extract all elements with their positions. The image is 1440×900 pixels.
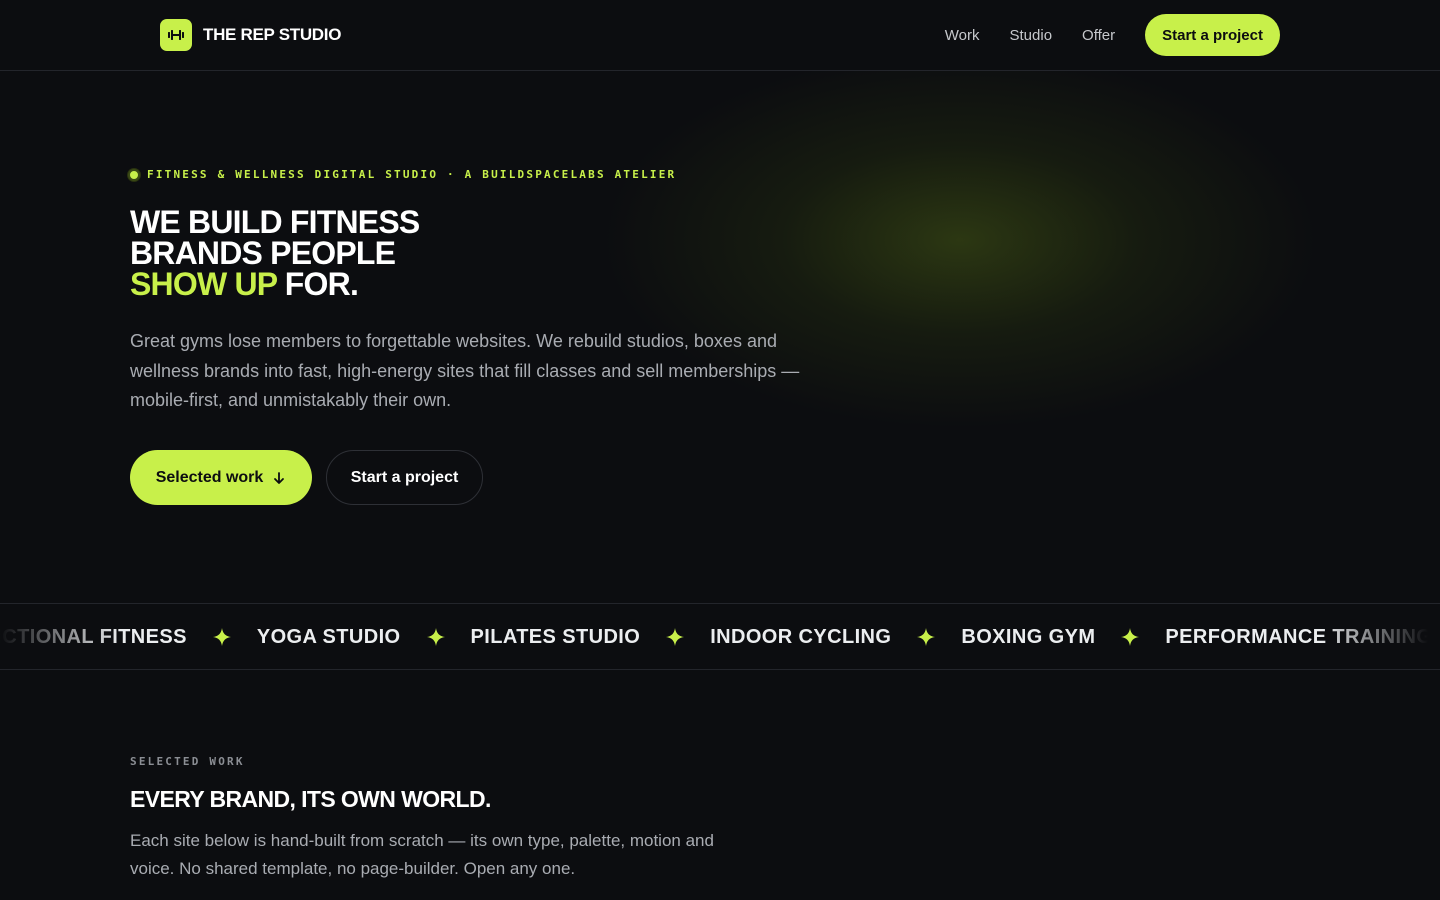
section-title: EVERY BRAND, ITS OWN WORLD. [130,786,491,812]
marquee-item: PERFORMANCE TRAINING [1165,625,1433,648]
nav-link-offer[interactable]: Offer [1082,27,1115,44]
sparkle-star-icon [1121,628,1140,646]
sparkle-star-icon [426,628,445,646]
hero-title-end: FOR. [276,266,359,302]
hero-subtitle: Great gyms lose members to forgettable w… [130,331,800,410]
sparkle-star-icon [212,628,231,646]
main-nav: Work Studio Offer Start a project [945,14,1280,56]
brand-name: THE REP STUDIO [203,25,342,44]
start-project-nav-button[interactable]: Start a project [1145,14,1280,56]
marquee-item: INDOOR CYCLING [710,625,892,648]
selected-work-label: Selected work [155,468,264,486]
marquee-item: FUNCTIONAL FITNESS [0,625,187,648]
section-subtitle: Each site below is hand-built from scrat… [130,831,714,878]
hero-eyebrow: FITNESS & WELLNESS DIGITAL STUDIO · A BU… [128,168,676,181]
marquee-item: PILATES STUDIO [470,625,641,648]
start-project-hero-button[interactable]: Start a project [326,450,483,505]
section-label: SELECTED WORK [130,755,245,768]
hero-title-accent: SHOW UP [130,266,278,302]
status-dot-icon [128,168,140,181]
marquee-item: YOGA STUDIO [256,625,401,648]
marquee-track: FUNCTIONAL FITNESS YOGA STUDIO PILATES S… [0,604,1433,669]
selected-work-button[interactable]: Selected work [130,450,312,505]
hero-title: WE BUILD FITNESS BRANDS PEOPLE SHOW UP F… [130,206,420,302]
nav-link-work[interactable]: Work [945,27,980,44]
category-marquee: FUNCTIONAL FITNESS YOGA STUDIO PILATES S… [0,603,1440,670]
arrow-down-icon [272,471,286,485]
nav-link-studio[interactable]: Studio [1010,27,1053,44]
dumbbell-icon [160,19,192,51]
site-header: THE REP STUDIO Work Studio Offer Start a… [0,0,1440,71]
eyebrow-text: FITNESS & WELLNESS DIGITAL STUDIO · A BU… [147,168,677,181]
sparkle-star-icon [917,628,936,646]
marquee-item: BOXING GYM [961,625,1096,648]
sparkle-star-icon [666,628,685,646]
logo[interactable]: THE REP STUDIO [160,19,341,51]
